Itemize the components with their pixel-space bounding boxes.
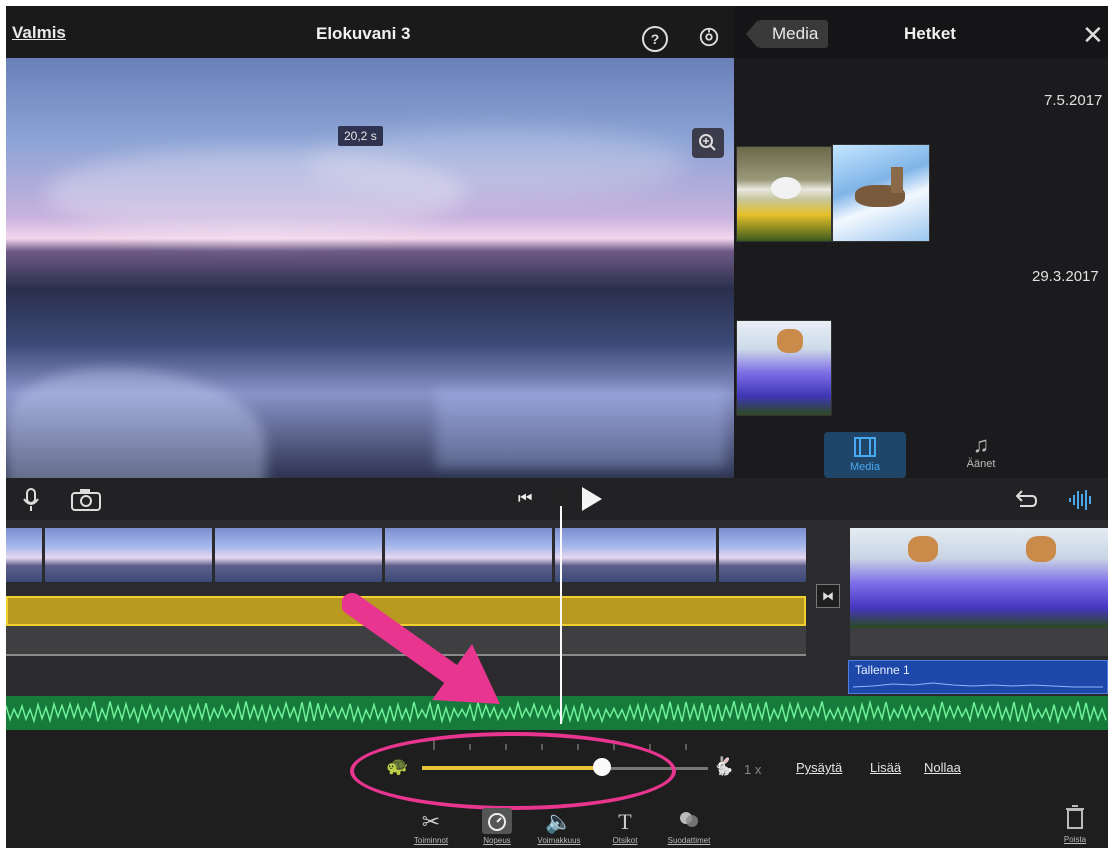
project-title: Elokuvani 3 [316, 24, 411, 43]
video-clip[interactable] [6, 528, 806, 582]
snow-field [436, 388, 726, 468]
speed-controls: 🐢 🐇 1 x Pysäytä Lisää Nollaa ✂ Toiminnot… [6, 730, 1108, 848]
recording-waveform [853, 682, 1103, 688]
help-icon[interactable]: ? [642, 26, 668, 52]
skip-to-start-icon[interactable]: ⏮ [518, 490, 532, 508]
tool-label: Nopeus [483, 836, 511, 845]
rabbit-shape [771, 177, 801, 199]
gear-icon[interactable] [698, 26, 720, 48]
tool-titles[interactable]: T Otsikot [590, 808, 660, 845]
tool-filters[interactable]: Suodattimet [654, 808, 724, 845]
tool-label: Otsikot [612, 836, 638, 845]
video-preview[interactable]: 20,2 s [6, 58, 734, 498]
microphone-icon[interactable] [20, 487, 42, 513]
waveform-icon[interactable] [1066, 487, 1096, 513]
media-browser-panel: Media Hetket ✕ 7.5.2017 29.3.2017 Media [734, 6, 1108, 478]
tool-label: Toiminnot [413, 836, 449, 845]
pause-button[interactable]: Pysäytä [796, 760, 842, 775]
annotation-arrow [342, 593, 500, 704]
tab-label: Media [850, 461, 880, 473]
play-icon[interactable] [582, 487, 602, 511]
media-thumbnail-rabbit[interactable] [736, 146, 832, 242]
tool-label: Suodattimet [667, 836, 711, 845]
title-T-icon: T [618, 809, 632, 834]
tab-label: Äänet [966, 458, 996, 470]
tool-label: Voimakkuus [537, 836, 581, 845]
trash-icon [1066, 805, 1084, 829]
media-thumbnail-deer[interactable] [832, 144, 930, 242]
done-button[interactable]: Valmis [12, 23, 66, 43]
add-button[interactable]: Lisää [870, 760, 901, 775]
tool-speed[interactable]: Nopeus [462, 808, 532, 845]
rabbit-icon: 🐇 [712, 756, 735, 776]
media-tabs: Media ♫ Äänet [734, 424, 1108, 478]
annotation-ellipse [350, 732, 676, 810]
tool-volume[interactable]: 🔈 Voimakkuus [524, 808, 594, 845]
media-thumbnail-dog-crocus[interactable] [736, 320, 832, 416]
zoom-in-icon[interactable] [692, 128, 724, 158]
deer-shape [891, 167, 903, 193]
empty-track [850, 628, 1108, 656]
imovie-screen: Valmis Elokuvani 3 ? 20,2 s Media Hetket [6, 6, 1108, 848]
playhead[interactable] [560, 506, 562, 724]
delete-label: Poista [1063, 835, 1087, 844]
media-back-button[interactable]: Media [745, 20, 829, 48]
clip-divider [716, 528, 719, 582]
clip-duration-badge: 20,2 s [338, 126, 383, 146]
speedometer-icon [482, 808, 512, 834]
top-bar: Valmis Elokuvani 3 ? [6, 6, 734, 58]
clip-divider [42, 528, 45, 582]
dog-shape [777, 329, 803, 353]
undo-icon[interactable] [1012, 486, 1038, 512]
close-icon[interactable]: ✕ [1082, 20, 1104, 51]
filters-icon [654, 808, 724, 836]
delete-button[interactable]: Poista [1060, 804, 1090, 844]
recording-label: Tallenne 1 [855, 663, 910, 677]
clip-divider [552, 528, 555, 582]
tab-media[interactable]: Media [824, 432, 906, 478]
tab-audio[interactable]: ♫ Äänet [956, 432, 1006, 478]
recording-clip[interactable]: Tallenne 1 [848, 660, 1108, 694]
music-note-icon: ♫ [972, 432, 990, 457]
background-audio-track[interactable] [6, 696, 1108, 732]
moments-title: Hetket [904, 24, 956, 43]
transition-icon[interactable]: ⧓ [816, 584, 840, 608]
clip-divider [382, 528, 385, 582]
dog-shape [908, 536, 938, 562]
camera-icon[interactable] [70, 488, 102, 512]
video-clip-dog-crocus[interactable] [850, 528, 1108, 628]
dog-shape [1026, 536, 1056, 562]
group-date: 7.5.2017 [1044, 92, 1103, 109]
tool-actions[interactable]: ✂ Toiminnot [396, 808, 466, 845]
group-date: 29.3.2017 [1032, 268, 1099, 285]
media-browser-header: Media Hetket ✕ [734, 6, 1108, 58]
speaker-icon: 🔈 [545, 809, 573, 834]
filmstrip-icon [854, 437, 876, 457]
speed-value: 1 x [744, 762, 762, 777]
playhead-marker [552, 492, 570, 504]
scissors-icon: ✂ [421, 809, 441, 834]
audio-waveform [6, 699, 1107, 725]
clip-divider [212, 528, 215, 582]
reset-button[interactable]: Nollaa [924, 760, 961, 775]
